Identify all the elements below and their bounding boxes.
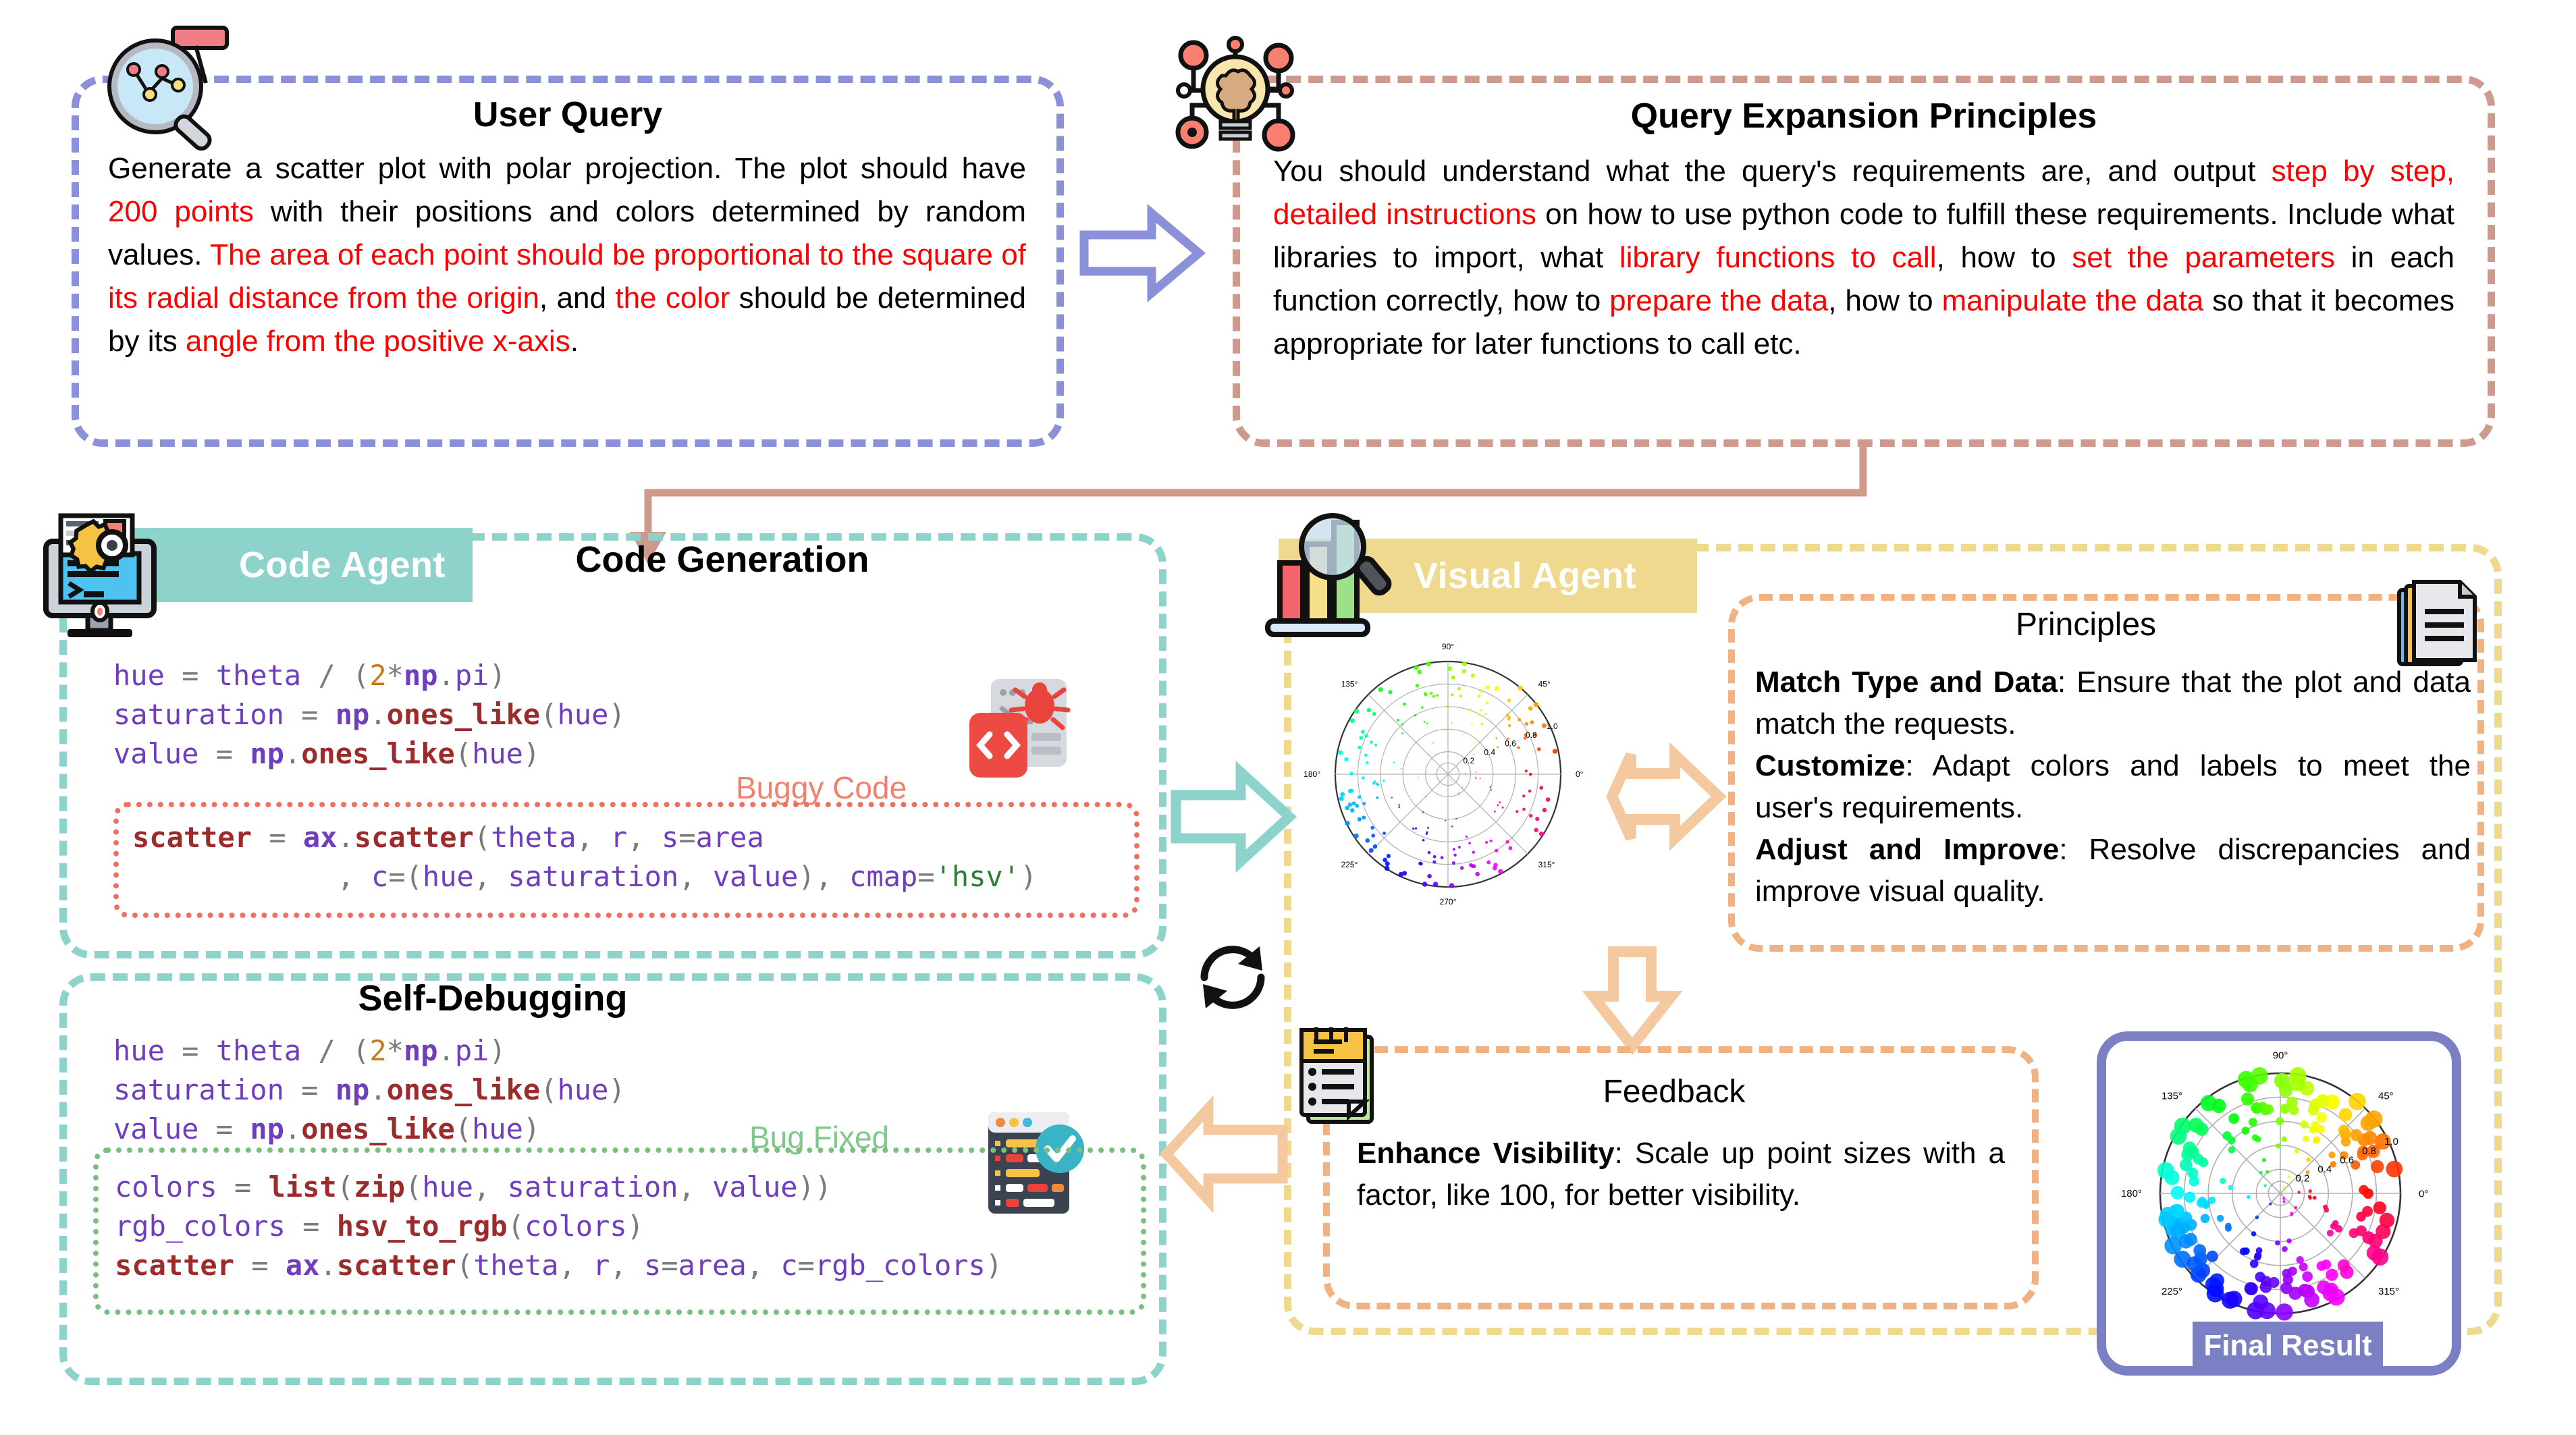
highlight-text: prepare the data xyxy=(1609,284,1829,317)
svg-text:45°: 45° xyxy=(1538,680,1551,689)
buggy-code-tag: Buggy Code xyxy=(736,770,907,805)
svg-text:315°: 315° xyxy=(2378,1286,2399,1297)
code-line: , c=(hue, saturation, value), cmap='hsv'… xyxy=(337,860,1038,893)
svg-text:180°: 180° xyxy=(2121,1188,2142,1199)
principle-item: Enhance Visibility: Scale up point sizes… xyxy=(1357,1133,2005,1216)
highlight-text: angle from the positive x-axis xyxy=(185,325,570,358)
bug-fixed-highlight-lines: colors = list(zip(hue, saturation, value… xyxy=(115,1168,1002,1285)
user-query-title: User Query xyxy=(473,95,663,134)
code-generation-lines: hue = theta / (2*np.pi) saturation = np.o… xyxy=(113,656,626,774)
code-line: scatter = ax.scatter(theta, r, s=area, c… xyxy=(115,1249,1003,1282)
arrow-left-feedback-to-debug xyxy=(1159,1095,1291,1214)
principle-label: Customize xyxy=(1755,749,1906,782)
self-debugging-title: Self-Debugging xyxy=(358,978,628,1019)
highlight-text: manipulate the data xyxy=(1941,284,2204,317)
svg-text:1.0: 1.0 xyxy=(1547,722,1558,731)
svg-text:0°: 0° xyxy=(2419,1188,2428,1199)
svg-text:0.8: 0.8 xyxy=(2362,1145,2376,1157)
arrow-bidirectional-plot-principles xyxy=(1601,736,1729,857)
principle-item: Match Type and Data: Ensure that the plo… xyxy=(1755,661,2471,745)
svg-text:0.4: 0.4 xyxy=(2317,1164,2332,1175)
final-result-label: Final Result xyxy=(2193,1322,2383,1370)
plain-text: Generate a scatter plot with polar proje… xyxy=(108,152,1026,185)
svg-text:135°: 135° xyxy=(1341,680,1358,689)
principle-label: Enhance Visibility xyxy=(1357,1137,1615,1170)
principle-label: Match Type and Data xyxy=(1755,666,2058,699)
svg-text:270°: 270° xyxy=(1440,897,1457,906)
final-result-plot: 0°45°90°135°180°225°270°315°0.20.40.60.8… xyxy=(2112,1039,2449,1357)
plain-text: You should understand what the query's r… xyxy=(1273,155,2272,188)
buggy-code-highlight-lines: scatter = ax.scatter(theta, r, s=area , … xyxy=(132,818,1037,896)
code-line: rgb_colors = hsv_to_rgb(colors) xyxy=(115,1210,644,1243)
plain-text: , how to xyxy=(1828,284,1942,317)
self-debugging-lines: hue = theta / (2*np.pi) saturation = np.o… xyxy=(113,1031,626,1149)
svg-text:90°: 90° xyxy=(1442,642,1454,651)
principle-item: Adjust and Improve: Resolve discrepancie… xyxy=(1755,829,2471,913)
code-agent-badge-label: Code Agent xyxy=(239,545,446,585)
code-line: hue = theta / (2*np.pi) xyxy=(113,659,506,692)
barchart-magnifier-icon xyxy=(1265,508,1400,643)
principle-item: Customize: Adapt colors and labels to me… xyxy=(1755,745,2471,829)
feedback-title: Feedback xyxy=(1603,1074,1746,1110)
svg-text:45°: 45° xyxy=(2378,1090,2394,1102)
principles-title: Principles xyxy=(2015,607,2157,643)
svg-text:0.2: 0.2 xyxy=(1464,756,1475,765)
final-result-label-text: Final Result xyxy=(2203,1329,2372,1362)
query-expansion-title: Query Expansion Principles xyxy=(1630,97,2097,136)
code-line: saturation = np.ones_like(hue) xyxy=(113,1073,626,1106)
svg-text:0°: 0° xyxy=(1576,769,1584,779)
user-query-text: Generate a scatter plot with polar proje… xyxy=(108,147,1026,363)
svg-text:0.6: 0.6 xyxy=(1505,739,1516,749)
monitor-gear-code-icon xyxy=(22,513,177,648)
code-line: saturation = np.ones_like(hue) xyxy=(113,698,626,731)
arrow-right-codegen-to-visual xyxy=(1171,760,1297,873)
query-expansion-text: You should understand what the query's r… xyxy=(1273,150,2454,366)
code-line: hue = theta / (2*np.pi) xyxy=(113,1034,506,1067)
code-line: value = np.ones_like(hue) xyxy=(113,737,541,770)
svg-text:180°: 180° xyxy=(1304,769,1320,779)
highlight-text: set the parameters xyxy=(2072,241,2335,274)
code-line: value = np.ones_like(hue) xyxy=(113,1112,541,1145)
svg-text:1.0: 1.0 xyxy=(2384,1136,2398,1147)
plain-text: , and xyxy=(539,281,616,315)
svg-text:0.4: 0.4 xyxy=(1484,747,1495,757)
highlight-text: the color xyxy=(615,281,730,315)
refresh-loop-icon xyxy=(1185,930,1280,1025)
svg-text:0.6: 0.6 xyxy=(2340,1154,2354,1166)
principle-label: Adjust and Improve xyxy=(1755,833,2060,866)
svg-text:90°: 90° xyxy=(2273,1050,2288,1061)
highlight-text: 200 points xyxy=(108,195,254,228)
svg-text:225°: 225° xyxy=(1341,860,1358,869)
svg-text:135°: 135° xyxy=(2162,1090,2182,1102)
svg-text:315°: 315° xyxy=(1538,860,1555,869)
code-line: scatter = ax.scatter(theta, r, s=area xyxy=(132,821,764,854)
code-line: colors = list(zip(hue, saturation, value… xyxy=(115,1170,832,1203)
bug-code-icon xyxy=(965,675,1073,783)
highlight-text: library functions to call xyxy=(1619,241,1937,274)
feedback-items: Enhance Visibility: Scale up point sizes… xyxy=(1357,1133,2005,1216)
code-generation-title: Code Generation xyxy=(575,539,869,580)
visual-agent-preview-plot: 0° 45° 90° 135° 180° 225° 270° 315° 0.2 0.4 0.6 0.8… xyxy=(1303,631,1593,921)
svg-text:0.8: 0.8 xyxy=(1526,730,1537,740)
arrow-right-query-to-expansion xyxy=(1079,202,1207,304)
plain-text: , how to xyxy=(1936,241,2072,274)
visual-agent-badge-label: Visual Agent xyxy=(1414,556,1637,596)
plain-text: . xyxy=(570,325,579,358)
principles-items: Match Type and Data: Ensure that the plo… xyxy=(1755,661,2471,913)
svg-text:0.2: 0.2 xyxy=(2295,1173,2309,1185)
svg-text:225°: 225° xyxy=(2162,1286,2182,1297)
